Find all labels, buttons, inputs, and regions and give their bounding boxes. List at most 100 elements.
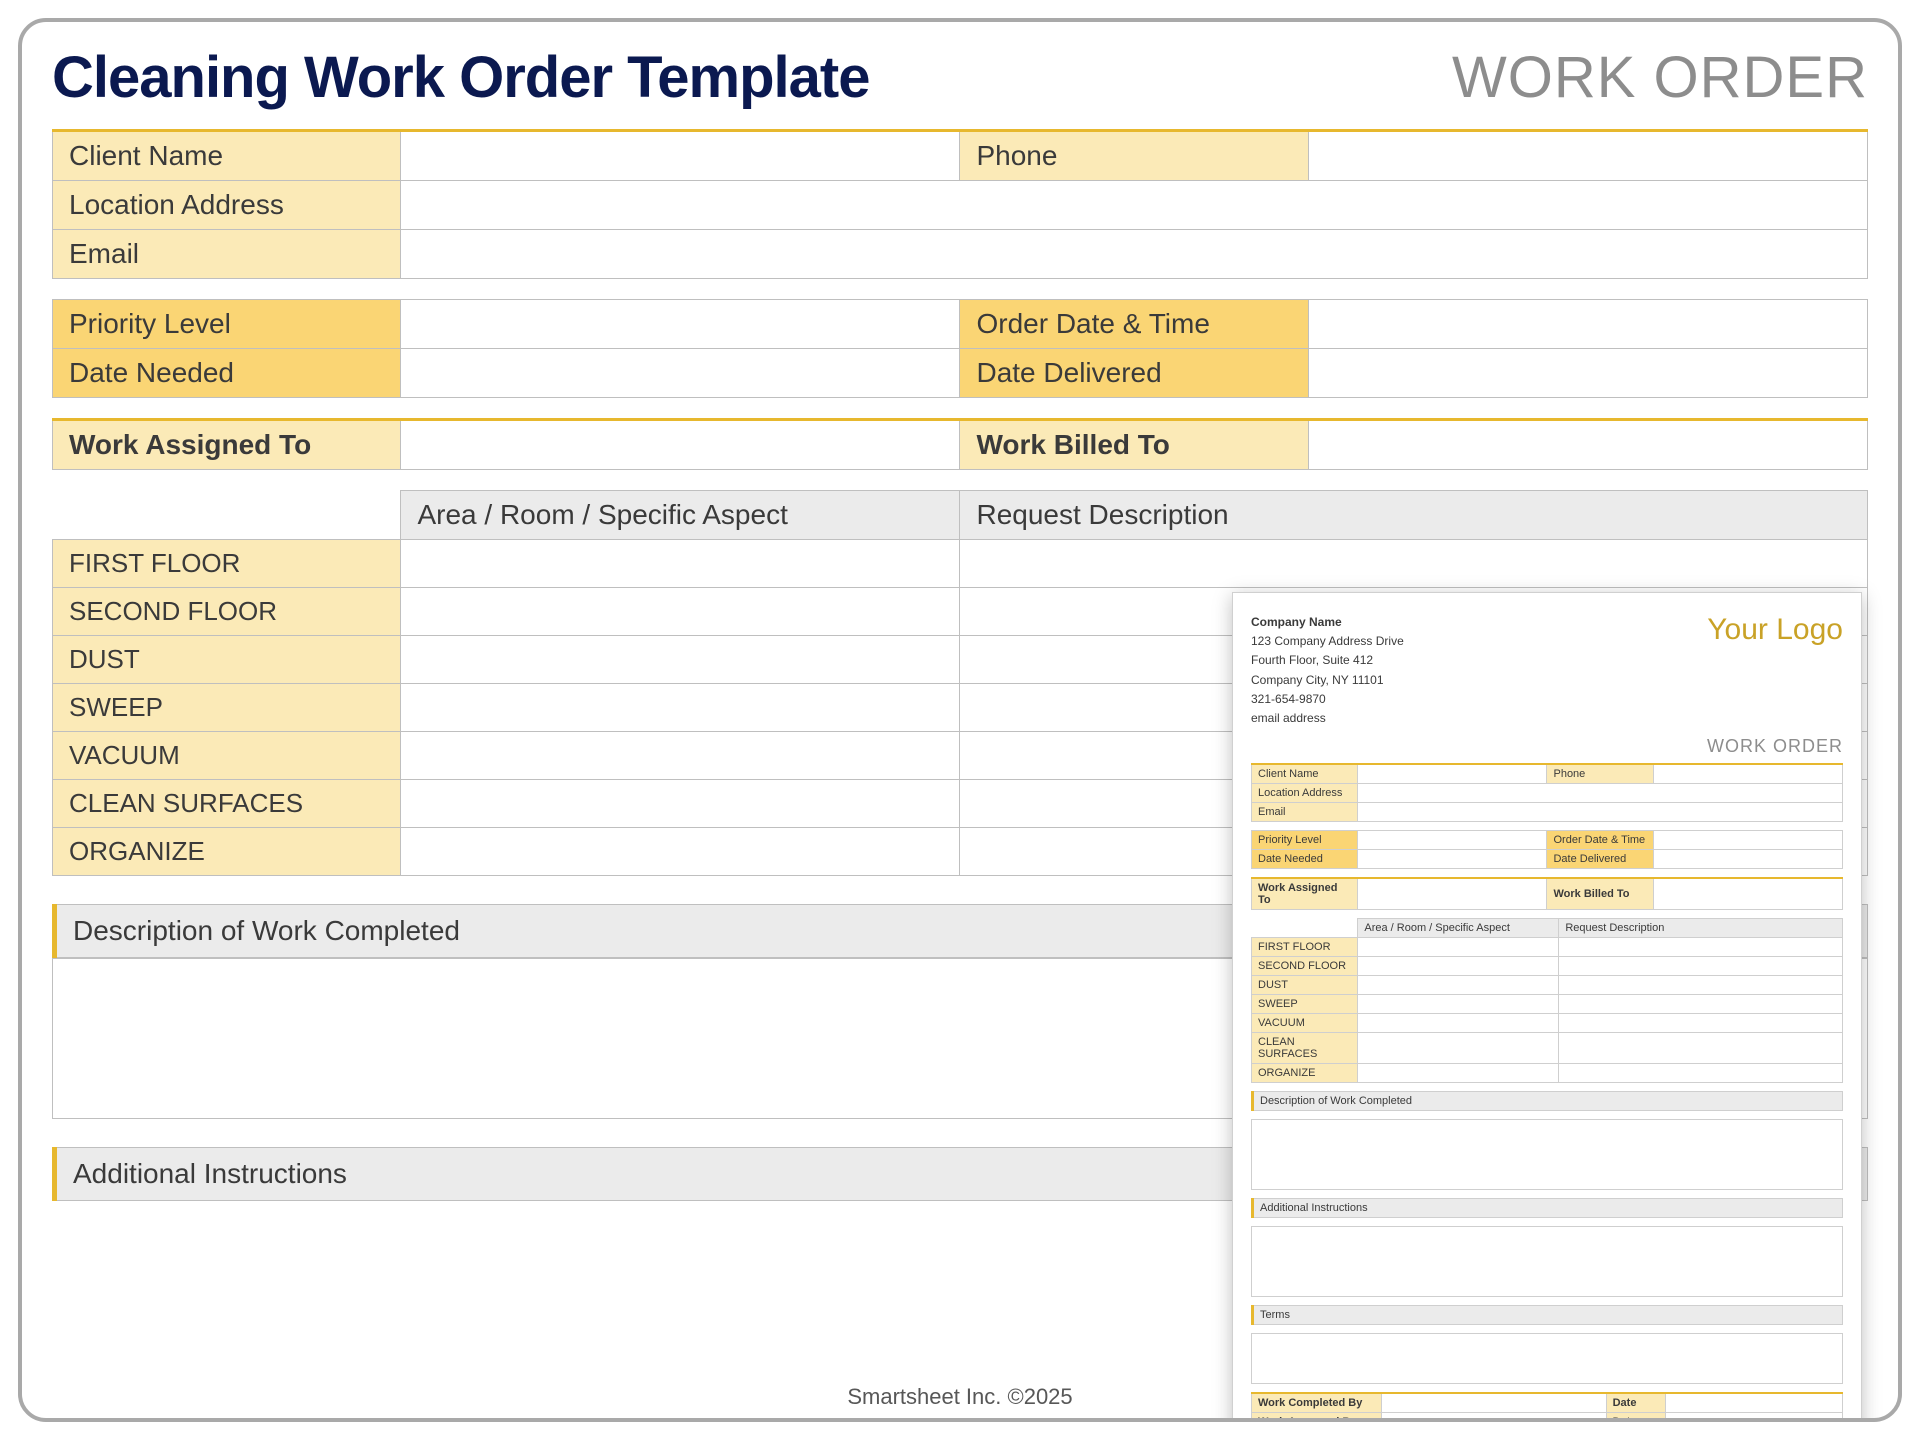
- address-field[interactable]: [401, 181, 1868, 230]
- preview-task-label: FIRST FLOOR: [1252, 938, 1358, 957]
- task-area-field[interactable]: [401, 684, 960, 732]
- preview-label: Date Needed: [1252, 850, 1358, 869]
- preview-label: Date Delivered: [1547, 850, 1653, 869]
- preview-email: email address: [1251, 709, 1404, 728]
- preview-tasks-table: Area / Room / Specific Aspect Request De…: [1251, 918, 1843, 1083]
- preview-task-label: SECOND FLOOR: [1252, 957, 1358, 976]
- preview-field: [1653, 764, 1842, 784]
- email-field[interactable]: [401, 230, 1868, 279]
- task-row-label: SWEEP: [53, 684, 401, 732]
- work-order-heading: WORK ORDER: [1452, 44, 1868, 111]
- preview-field: [1358, 764, 1547, 784]
- col-area-header: Area / Room / Specific Aspect: [401, 491, 960, 540]
- preview-field: [1252, 1334, 1843, 1384]
- task-request-field[interactable]: [960, 540, 1868, 588]
- date-delivered-field[interactable]: [1308, 349, 1867, 398]
- preview-section-label: Additional Instructions: [1253, 1199, 1843, 1218]
- task-row-label: ORGANIZE: [53, 828, 401, 876]
- date-needed-label: Date Needed: [53, 349, 401, 398]
- preview-corner: [1252, 919, 1358, 938]
- assigned-to-field[interactable]: [401, 420, 960, 470]
- task-area-field[interactable]: [401, 636, 960, 684]
- preview-label: Order Date & Time: [1547, 831, 1653, 850]
- preview-signoff-table: Work Completed By Date Work Approved By …: [1251, 1392, 1843, 1422]
- preview-field: [1252, 1120, 1843, 1190]
- preview-phone: 321-654-9870: [1251, 690, 1404, 709]
- document-frame: Cleaning Work Order Template WORK ORDER …: [18, 18, 1902, 1422]
- preview-field: [1653, 850, 1842, 869]
- task-area-field[interactable]: [401, 828, 960, 876]
- client-info-table: Client Name Phone Location Address Email: [52, 129, 1868, 279]
- preview-field: [1358, 1014, 1559, 1033]
- order-datetime-label: Order Date & Time: [960, 300, 1308, 349]
- order-meta-table: Priority Level Order Date & Time Date Ne…: [52, 299, 1868, 398]
- preview-field: [1358, 803, 1843, 822]
- preview-label: Work Assigned To: [1252, 878, 1358, 910]
- email-label: Email: [53, 230, 401, 279]
- preview-field: [1559, 976, 1843, 995]
- preview-logo-placeholder: Your Logo: [1707, 613, 1843, 728]
- client-name-field[interactable]: [401, 131, 960, 181]
- phone-field[interactable]: [1308, 131, 1867, 181]
- address-label: Location Address: [53, 181, 401, 230]
- task-area-field[interactable]: [401, 540, 960, 588]
- task-row-label: FIRST FLOOR: [53, 540, 401, 588]
- preview-task-label: SWEEP: [1252, 995, 1358, 1014]
- preview-label: Email: [1252, 803, 1358, 822]
- preview-label: Work Billed To: [1547, 878, 1653, 910]
- preview-label: Priority Level: [1252, 831, 1358, 850]
- preview-field: [1358, 850, 1547, 869]
- preview-assign-table: Work Assigned To Work Billed To: [1251, 877, 1843, 910]
- preview-field: [1559, 957, 1843, 976]
- preview-label: Location Address: [1252, 784, 1358, 803]
- preview-addr2: Fourth Floor, Suite 412: [1251, 651, 1404, 670]
- preview-section: Terms: [1251, 1305, 1843, 1325]
- preview-client-table: Client Name Phone Location Address Email: [1251, 763, 1843, 822]
- preview-company-name: Company Name: [1251, 613, 1404, 632]
- task-area-field[interactable]: [401, 780, 960, 828]
- preview-box: [1251, 1226, 1843, 1297]
- preview-field: [1358, 995, 1559, 1014]
- priority-label: Priority Level: [53, 300, 401, 349]
- preview-col-header: Area / Room / Specific Aspect: [1358, 919, 1559, 938]
- preview-field: [1665, 1413, 1842, 1422]
- preview-addr3: Company City, NY 11101: [1251, 671, 1404, 690]
- preview-section-label: Description of Work Completed: [1253, 1092, 1843, 1111]
- preview-label: Work Approved By: [1252, 1413, 1382, 1422]
- date-delivered-label: Date Delivered: [960, 349, 1308, 398]
- priority-field[interactable]: [401, 300, 960, 349]
- preview-section-label: Terms: [1253, 1306, 1843, 1325]
- task-area-field[interactable]: [401, 588, 960, 636]
- billed-to-label: Work Billed To: [960, 420, 1308, 470]
- preview-field: [1559, 995, 1843, 1014]
- preview-field: [1252, 1227, 1843, 1297]
- preview-field: [1559, 938, 1843, 957]
- preview-field: [1358, 976, 1559, 995]
- preview-field: [1358, 938, 1559, 957]
- preview-label: Work Completed By: [1252, 1393, 1382, 1413]
- preview-section: Additional Instructions: [1251, 1198, 1843, 1218]
- preview-section: Description of Work Completed: [1251, 1091, 1843, 1111]
- preview-meta-table: Priority Level Order Date & Time Date Ne…: [1251, 830, 1843, 869]
- date-needed-field[interactable]: [401, 349, 960, 398]
- preview-field: [1358, 831, 1547, 850]
- header: Cleaning Work Order Template WORK ORDER: [52, 44, 1868, 111]
- preview-task-label: ORGANIZE: [1252, 1064, 1358, 1083]
- phone-label: Phone: [960, 131, 1308, 181]
- preview-label: Date: [1606, 1393, 1665, 1413]
- page-title: Cleaning Work Order Template: [52, 44, 869, 111]
- preview-field: [1382, 1393, 1607, 1413]
- preview-field: [1559, 1033, 1843, 1064]
- preview-col-header: Request Description: [1559, 919, 1843, 938]
- billed-to-field[interactable]: [1308, 420, 1867, 470]
- task-area-field[interactable]: [401, 732, 960, 780]
- template-preview-card: Company Name 123 Company Address Drive F…: [1232, 592, 1862, 1422]
- preview-field: [1382, 1413, 1607, 1422]
- preview-label: Date: [1606, 1413, 1665, 1422]
- col-request-header: Request Description: [960, 491, 1868, 540]
- preview-field: [1653, 878, 1842, 910]
- preview-task-label: DUST: [1252, 976, 1358, 995]
- preview-box: [1251, 1119, 1843, 1190]
- order-datetime-field[interactable]: [1308, 300, 1867, 349]
- preview-field: [1559, 1014, 1843, 1033]
